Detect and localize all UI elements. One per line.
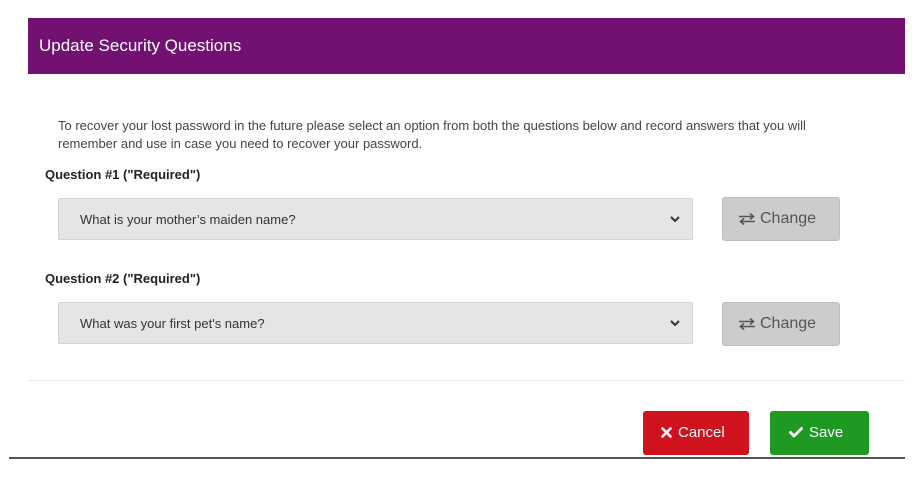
question-1-select[interactable]: What is your mother’s maiden name? <box>58 198 693 240</box>
dialog-header: Update Security Questions <box>28 18 905 74</box>
cancel-button[interactable]: Cancel <box>643 411 749 455</box>
question-1-label: Question #1 ("Required") <box>45 167 201 182</box>
question-1-change-label: Change <box>760 210 817 227</box>
cancel-label: Cancel <box>678 424 725 441</box>
intro-text: To recover your lost password in the fut… <box>58 118 806 151</box>
question-1-change-button[interactable]: Change <box>722 197 840 241</box>
chevron-down-icon <box>670 216 680 223</box>
dialog-title: Update Security Questions <box>39 36 242 55</box>
question-2-selected-value: What was your first pet's name? <box>80 316 265 331</box>
chevron-down-icon <box>670 320 680 327</box>
footer-divider <box>28 380 905 381</box>
question-1-selected-value: What is your mother’s maiden name? <box>80 212 296 227</box>
save-button[interactable]: Save <box>770 411 869 455</box>
dialog-bottom-edge <box>9 457 905 459</box>
question-2-label: Question #2 ("Required") <box>45 271 201 286</box>
swap-arrows-icon <box>739 318 755 330</box>
question-2-change-button[interactable]: Change <box>722 302 840 346</box>
question-2-select[interactable]: What was your first pet's name? <box>58 302 693 344</box>
check-icon <box>789 427 803 438</box>
close-icon <box>661 427 672 438</box>
question-2-change-label: Change <box>760 315 817 332</box>
swap-arrows-icon <box>739 213 755 225</box>
save-label: Save <box>809 424 844 441</box>
